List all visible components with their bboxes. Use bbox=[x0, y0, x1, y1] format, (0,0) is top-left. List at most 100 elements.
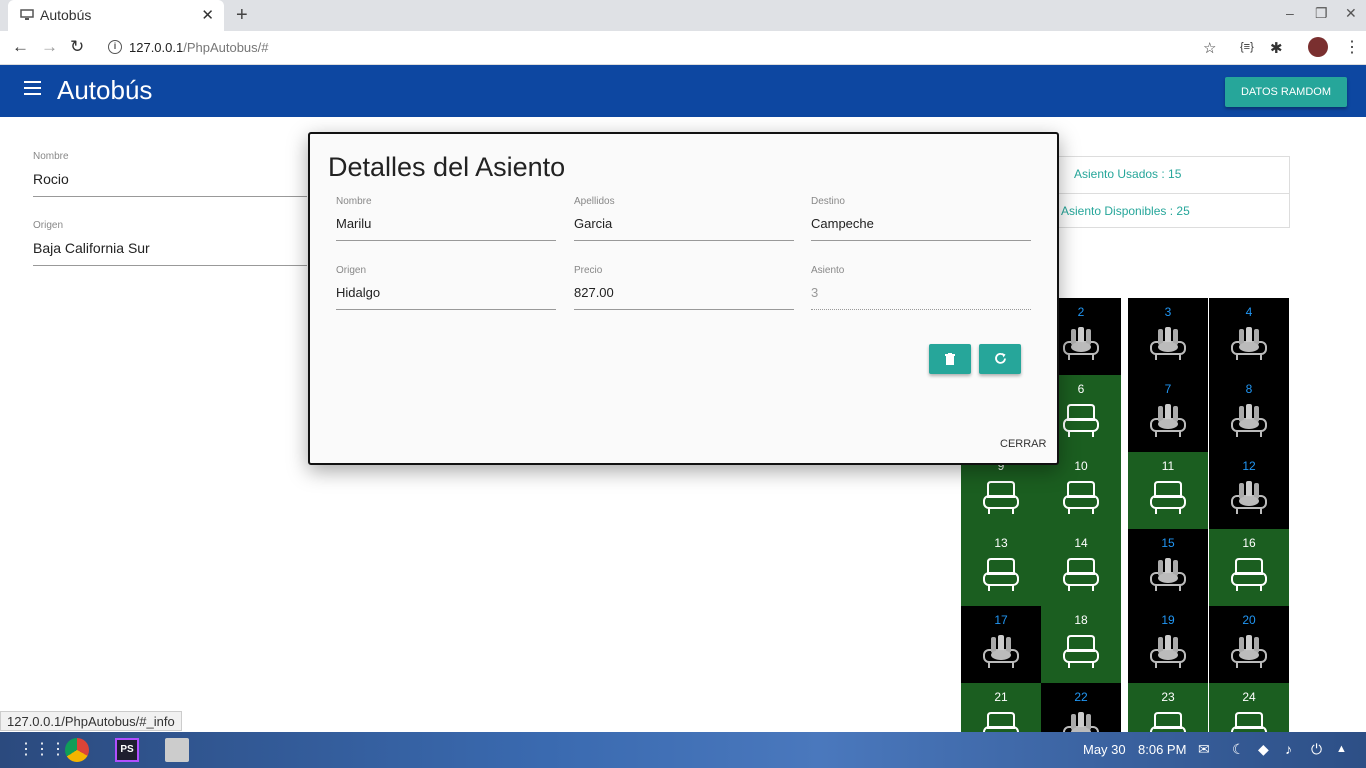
seat-icon bbox=[1063, 404, 1099, 437]
modal-destino-field[interactable]: Destino Campeche bbox=[811, 196, 1031, 241]
seat-number: 3 bbox=[1164, 305, 1172, 319]
tab-title: Autobús bbox=[40, 7, 92, 23]
window-close-icon[interactable]: ✕ bbox=[1345, 5, 1357, 22]
nombre-field[interactable]: Nombre Rocio bbox=[33, 151, 307, 197]
tray-expand-icon[interactable]: ▲ bbox=[1336, 743, 1347, 755]
modal-nombre-field[interactable]: Nombre Marilu bbox=[336, 196, 556, 241]
forward-icon[interactable]: → bbox=[41, 37, 58, 57]
refresh-button[interactable] bbox=[979, 344, 1021, 374]
seat-19[interactable]: 19 bbox=[1128, 606, 1208, 683]
seat-14[interactable]: 14 bbox=[1041, 529, 1121, 606]
seat-number: 4 bbox=[1245, 305, 1253, 319]
seat-number: 21 bbox=[994, 690, 1008, 704]
phpstorm-icon[interactable]: PS bbox=[115, 738, 139, 762]
seat-icon bbox=[1231, 558, 1267, 591]
seat-number: 8 bbox=[1245, 382, 1253, 396]
info-icon[interactable]: i bbox=[108, 40, 122, 54]
menu-icon[interactable] bbox=[24, 81, 41, 95]
modal-precio-label: Precio bbox=[574, 265, 603, 276]
seat-stats: Asiento Usados : 15 Asiento Disponibles … bbox=[1040, 156, 1290, 228]
extension-puzzle-icon[interactable]: ✱ bbox=[1270, 39, 1283, 57]
seat-17[interactable]: 17 bbox=[961, 606, 1041, 683]
address-bar[interactable]: i 127.0.0.1/PhpAutobus/# bbox=[104, 35, 1194, 61]
seat-icon bbox=[1063, 558, 1099, 591]
seat-11[interactable]: 11 bbox=[1128, 452, 1208, 529]
kebab-menu-icon[interactable]: ⋮ bbox=[1344, 37, 1360, 57]
modal-title: Detalles del Asiento bbox=[328, 152, 566, 182]
modal-precio-input[interactable]: 827.00 bbox=[574, 285, 794, 310]
modal-asiento-field: Asiento 3 bbox=[811, 265, 1031, 310]
seat-number: 15 bbox=[1161, 536, 1175, 550]
seat-13[interactable]: 13 bbox=[961, 529, 1041, 606]
power-icon[interactable]: ⏻ bbox=[1311, 741, 1322, 758]
mail-icon[interactable]: ✉ bbox=[1198, 741, 1210, 758]
modal-apellidos-input[interactable]: Garcia bbox=[574, 216, 794, 241]
modal-apellidos-label: Apellidos bbox=[574, 196, 615, 207]
browser-toolbar: ← → ↻ i 127.0.0.1/PhpAutobus/# ☆ {≡} ✱ ⋮ bbox=[0, 31, 1366, 65]
close-button[interactable]: CERRAR bbox=[1000, 438, 1046, 450]
occupied-seat-icon bbox=[1150, 327, 1186, 360]
seat-details-modal: Detalles del Asiento Nombre Marilu Apell… bbox=[308, 132, 1059, 465]
reload-icon[interactable]: ↻ bbox=[70, 37, 84, 57]
volume-icon[interactable]: ♪ bbox=[1285, 741, 1292, 757]
wifi-icon[interactable]: ◆ bbox=[1258, 741, 1269, 758]
seat-number: 11 bbox=[1161, 459, 1175, 473]
close-icon[interactable]: ✕ bbox=[201, 6, 214, 24]
modal-origen-field[interactable]: Origen Hidalgo bbox=[336, 265, 556, 310]
files-icon[interactable] bbox=[165, 738, 189, 762]
back-icon[interactable]: ← bbox=[12, 37, 29, 57]
modal-apellidos-field[interactable]: Apellidos Garcia bbox=[574, 196, 794, 241]
seat-icon bbox=[1150, 481, 1186, 514]
origen-field[interactable]: Origen Baja California Sur bbox=[33, 220, 307, 266]
seat-18[interactable]: 18 bbox=[1041, 606, 1121, 683]
seat-number: 17 bbox=[994, 613, 1008, 627]
seat-number: 23 bbox=[1161, 690, 1175, 704]
plus-icon[interactable]: + bbox=[236, 4, 248, 27]
random-data-button[interactable]: DATOS RAMDOM bbox=[1225, 77, 1347, 107]
seat-icon bbox=[983, 558, 1019, 591]
occupied-seat-icon bbox=[1063, 327, 1099, 360]
os-taskbar: ⋮⋮⋮ PS May 30 8:06 PM ✉ ☾ ◆ ♪ ⏻ ▲ bbox=[0, 732, 1366, 768]
seat-7[interactable]: 7 bbox=[1128, 375, 1208, 452]
seat-4[interactable]: 4 bbox=[1209, 298, 1289, 375]
minimize-icon[interactable]: – bbox=[1286, 5, 1294, 21]
status-bar-url: 127.0.0.1/PhpAutobus/#_info bbox=[0, 711, 182, 731]
star-icon[interactable]: ☆ bbox=[1203, 39, 1216, 57]
modal-origen-input[interactable]: Hidalgo bbox=[336, 285, 556, 310]
nombre-input[interactable]: Rocio bbox=[33, 171, 307, 197]
seat-20[interactable]: 20 bbox=[1209, 606, 1289, 683]
modal-destino-input[interactable]: Campeche bbox=[811, 216, 1031, 241]
seat-number: 13 bbox=[994, 536, 1008, 550]
extension-icon[interactable]: {≡} bbox=[1240, 41, 1254, 53]
url-text: 127.0.0.1/PhpAutobus/# bbox=[129, 40, 269, 55]
seat-3[interactable]: 3 bbox=[1128, 298, 1208, 375]
modal-asiento-input: 3 bbox=[811, 285, 1031, 310]
origen-input[interactable]: Baja California Sur bbox=[33, 240, 307, 266]
profile-avatar[interactable] bbox=[1308, 37, 1328, 57]
modal-precio-field[interactable]: Precio 827.00 bbox=[574, 265, 794, 310]
occupied-seat-icon bbox=[983, 635, 1019, 668]
monitor-icon bbox=[20, 9, 34, 20]
taskbar-date: May 30 bbox=[1083, 742, 1126, 757]
modal-nombre-input[interactable]: Marilu bbox=[336, 216, 556, 241]
seat-12[interactable]: 12 bbox=[1209, 452, 1289, 529]
apps-grid-icon[interactable]: ⋮⋮⋮ bbox=[18, 739, 66, 759]
trash-icon bbox=[945, 353, 955, 365]
browser-tabbar: Autobús ✕ + – ❐ ✕ bbox=[0, 0, 1366, 31]
delete-button[interactable] bbox=[929, 344, 971, 374]
moon-icon[interactable]: ☾ bbox=[1232, 741, 1245, 758]
seat-icon bbox=[1063, 481, 1099, 514]
seat-8[interactable]: 8 bbox=[1209, 375, 1289, 452]
seat-number: 24 bbox=[1242, 690, 1256, 704]
restore-icon[interactable]: ❐ bbox=[1315, 5, 1328, 22]
modal-asiento-label: Asiento bbox=[811, 265, 845, 276]
modal-destino-label: Destino bbox=[811, 196, 845, 207]
chrome-icon[interactable] bbox=[65, 738, 89, 762]
seat-number: 7 bbox=[1164, 382, 1172, 396]
seat-16[interactable]: 16 bbox=[1209, 529, 1289, 606]
seat-15[interactable]: 15 bbox=[1128, 529, 1208, 606]
occupied-seat-icon bbox=[1150, 558, 1186, 591]
seat-icon bbox=[983, 481, 1019, 514]
browser-tab[interactable]: Autobús ✕ bbox=[8, 0, 224, 31]
occupied-seat-icon bbox=[1150, 635, 1186, 668]
